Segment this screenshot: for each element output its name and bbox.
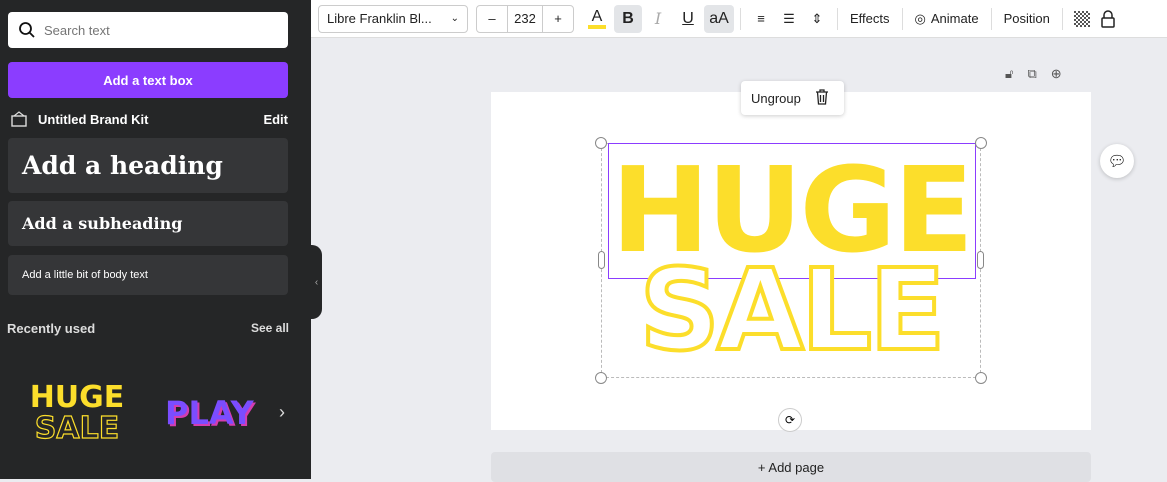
animate-icon: ◎ [914, 10, 926, 26]
context-popup: Ungroup [741, 81, 844, 115]
italic-button[interactable]: I [644, 5, 672, 33]
add-subheading-button[interactable]: Add a subheading [8, 201, 288, 246]
design-page[interactable]: HUGE SALE ⟳ [491, 92, 1091, 432]
recent-play: PLAY [165, 394, 254, 432]
search-box[interactable] [8, 12, 288, 48]
font-dropdown[interactable]: Libre Franklin Bl... ⌄ [318, 4, 468, 33]
recent-sale: SALE [34, 411, 120, 446]
toolbar: Libre Franklin Bl... ⌄ – 232 + A B I U aA… [311, 0, 1167, 38]
collapse-panel-button[interactable]: ‹ [311, 245, 322, 319]
align-center-icon[interactable]: ≡ [747, 5, 775, 33]
add-body-text-button[interactable]: Add a little bit of body text [8, 255, 288, 295]
font-name: Libre Franklin Bl... [327, 11, 432, 26]
see-all-link[interactable]: See all [251, 321, 289, 336]
color-swatch [588, 24, 606, 29]
decrease-size-button[interactable]: – [477, 6, 507, 32]
side-handle[interactable] [598, 251, 605, 269]
divider [837, 7, 838, 30]
effects-button[interactable]: Effects [844, 5, 896, 33]
chevron-right-icon[interactable]: › [279, 402, 285, 423]
chevron-left-icon: ‹ [314, 276, 319, 288]
increase-size-button[interactable]: + [543, 6, 573, 32]
side-panel: Add a text box Untitled Brand Kit Edit A… [0, 0, 311, 479]
position-button[interactable]: Position [998, 5, 1056, 33]
duplicate-page-icon[interactable]: ⧉ [1027, 66, 1036, 82]
heading-text-sale[interactable]: SALE [601, 250, 981, 372]
subheading-label: Add a subheading [22, 214, 183, 233]
side-handle[interactable] [977, 251, 984, 269]
font-size-input[interactable]: 232 [507, 5, 543, 32]
search-input[interactable] [44, 22, 264, 38]
chevron-down-icon: ⌄ [450, 13, 459, 24]
spacing-icon[interactable]: ⇕ [803, 5, 831, 33]
transparency-icon[interactable] [1069, 5, 1095, 33]
rotate-handle[interactable]: ⟳ [778, 408, 802, 432]
resize-handle[interactable] [975, 137, 987, 149]
text-color-icon: A [591, 7, 603, 25]
add-page-icon[interactable]: ⊕ [1051, 66, 1062, 82]
animate-button[interactable]: ◎ Animate [909, 5, 985, 33]
comment-button[interactable]: 💬︎ [1100, 144, 1134, 178]
resize-handle[interactable] [975, 372, 987, 384]
bold-button[interactable]: B [614, 4, 642, 33]
add-heading-button[interactable]: Add a heading [8, 138, 288, 193]
letter-case-button[interactable]: aA [704, 4, 734, 33]
recent-huge: HUGE [29, 380, 125, 415]
lock-icon[interactable] [1095, 5, 1121, 33]
search-icon [18, 21, 36, 39]
resize-handle[interactable] [595, 137, 607, 149]
brand-kit-name: Untitled Brand Kit [38, 111, 149, 127]
divider [740, 7, 741, 30]
animate-label: Animate [930, 11, 979, 26]
brand-kit-row: Untitled Brand Kit Edit [10, 110, 288, 128]
recent-item-huge-sale[interactable]: HUGE SALE [22, 380, 132, 446]
recently-used-header: Recently used See all [7, 321, 289, 336]
body-label: Add a little bit of body text [22, 269, 148, 281]
text-color-button[interactable]: A [582, 5, 612, 33]
trash-icon[interactable] [815, 88, 829, 108]
divider [990, 7, 992, 30]
list-icon[interactable]: ☰ [775, 5, 803, 33]
lock-page-icon[interactable]: 🔓︎ [1005, 66, 1013, 82]
resize-handle[interactable] [595, 372, 607, 384]
add-text-box-button[interactable]: Add a text box [8, 62, 288, 98]
page-actions: 🔓︎ ⧉ ⊕ [1005, 66, 1062, 82]
edit-brand-kit-link[interactable]: Edit [263, 112, 288, 127]
underline-button[interactable]: U [674, 5, 702, 33]
heading-label: Add a heading [22, 151, 223, 180]
font-size-stepper: – 232 + [476, 4, 574, 33]
brand-kit-icon [10, 110, 28, 128]
add-page-button[interactable]: + Add page [491, 452, 1091, 482]
recently-used-title: Recently used [7, 321, 96, 336]
divider [1061, 7, 1063, 30]
divider [901, 7, 903, 30]
ungroup-button[interactable]: Ungroup [751, 91, 801, 106]
recent-item-play[interactable]: PLAY [165, 394, 254, 432]
add-comment-icon: 💬︎ [1107, 153, 1127, 170]
